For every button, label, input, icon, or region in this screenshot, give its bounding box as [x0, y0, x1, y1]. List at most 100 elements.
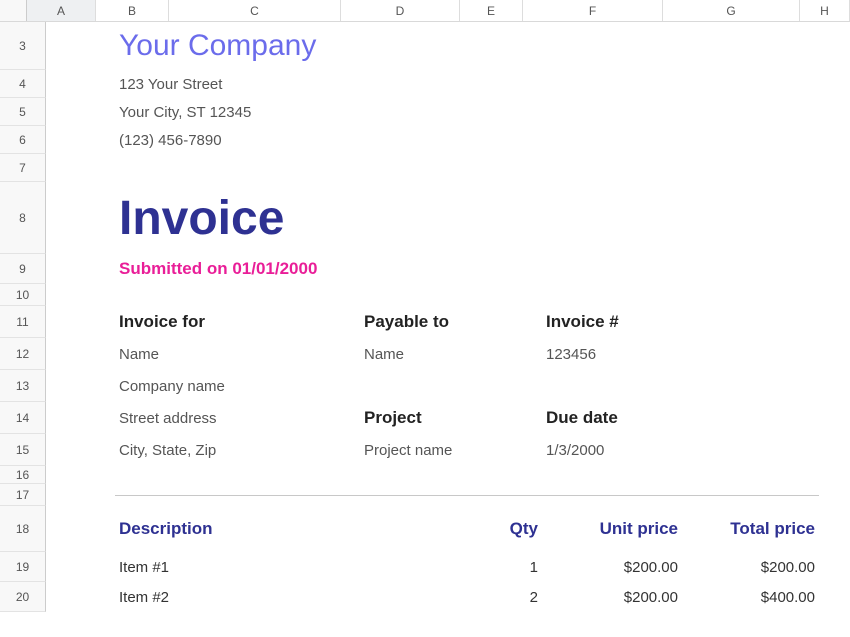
cell-H14[interactable] [819, 402, 850, 434]
cell-H11[interactable] [819, 306, 850, 338]
cell-F13[interactable] [542, 370, 682, 402]
invoice-for-city[interactable]: City, State, Zip [115, 434, 188, 466]
cell-G6[interactable] [682, 126, 819, 154]
cell-F5[interactable] [542, 98, 682, 126]
project-label[interactable]: Project [360, 402, 479, 434]
cell-C11[interactable] [188, 306, 360, 338]
col-header-G[interactable]: G [663, 0, 800, 21]
cell-C3[interactable] [188, 22, 360, 70]
invoice-for-label[interactable]: Invoice for [115, 306, 188, 338]
cell-H16[interactable] [819, 466, 850, 484]
row-header-12[interactable]: 12 [0, 338, 46, 370]
cell-H10[interactable] [819, 284, 850, 306]
cell-H9[interactable] [819, 254, 850, 284]
cell-H17[interactable] [819, 484, 850, 506]
item-qty[interactable]: 1 [479, 552, 542, 582]
cell-C19[interactable] [188, 552, 360, 582]
col-header-F[interactable]: F [523, 0, 663, 21]
cell-H19[interactable] [819, 552, 850, 582]
item-unit-price[interactable]: $200.00 [542, 552, 682, 582]
invoice-title[interactable]: Invoice [115, 182, 188, 254]
row-header-11[interactable]: 11 [0, 306, 46, 338]
item-description[interactable]: Item #1 [115, 552, 188, 582]
item-description[interactable]: Item #2 [115, 582, 188, 612]
cell-A17[interactable] [46, 484, 115, 506]
cell-E3[interactable] [479, 22, 542, 70]
cell-H12[interactable] [819, 338, 850, 370]
due-date[interactable]: 1/3/2000 [542, 434, 682, 466]
cell-G3[interactable] [682, 22, 819, 70]
cell-D10[interactable] [360, 284, 479, 306]
cell-B10[interactable] [115, 284, 188, 306]
cell-D9[interactable] [360, 254, 479, 284]
cell-A8[interactable] [46, 182, 115, 254]
cell-A11[interactable] [46, 306, 115, 338]
cell-A5[interactable] [46, 98, 115, 126]
cell-D19[interactable] [360, 552, 479, 582]
cell-H7[interactable] [819, 154, 850, 182]
cell-H18[interactable] [819, 506, 850, 552]
cell-C9[interactable] [188, 254, 360, 284]
row-header-20[interactable]: 20 [0, 582, 46, 612]
cell-A15[interactable] [46, 434, 115, 466]
cell-E9[interactable] [479, 254, 542, 284]
cell-D16[interactable] [360, 466, 479, 484]
cell-F4[interactable] [542, 70, 682, 98]
table-header-total-price[interactable]: Total price [682, 506, 819, 552]
divider-row[interactable] [115, 484, 819, 506]
row-header-8[interactable]: 8 [0, 182, 46, 254]
cell-D5[interactable] [360, 98, 479, 126]
cell-A10[interactable] [46, 284, 115, 306]
invoice-submitted[interactable]: Submitted on 01/01/2000 [115, 254, 188, 284]
cell-G16[interactable] [682, 466, 819, 484]
cell-D6[interactable] [360, 126, 479, 154]
cell-E8[interactable] [479, 182, 542, 254]
cell-F6[interactable] [542, 126, 682, 154]
cell-B16[interactable] [115, 466, 188, 484]
cell-A20[interactable] [46, 582, 115, 612]
cell-A12[interactable] [46, 338, 115, 370]
due-date-label[interactable]: Due date [542, 402, 682, 434]
table-header-qty[interactable]: Qty [479, 506, 542, 552]
item-unit-price[interactable]: $200.00 [542, 582, 682, 612]
col-header-B[interactable]: B [96, 0, 169, 21]
cell-E14[interactable] [479, 402, 542, 434]
row-header-6[interactable]: 6 [0, 126, 46, 154]
item-total-price[interactable]: $200.00 [682, 552, 819, 582]
cell-F8[interactable] [542, 182, 682, 254]
cell-C4[interactable] [188, 70, 360, 98]
cell-D7[interactable] [360, 154, 479, 182]
cell-B7[interactable] [115, 154, 188, 182]
cell-E10[interactable] [479, 284, 542, 306]
cell-C16[interactable] [188, 466, 360, 484]
cell-C15[interactable] [188, 434, 360, 466]
cell-D13[interactable] [360, 370, 479, 402]
col-header-D[interactable]: D [341, 0, 460, 21]
cell-G5[interactable] [682, 98, 819, 126]
cell-D20[interactable] [360, 582, 479, 612]
cell-E11[interactable] [479, 306, 542, 338]
cell-A19[interactable] [46, 552, 115, 582]
cell-E7[interactable] [479, 154, 542, 182]
cell-C6[interactable] [188, 126, 360, 154]
invoice-for-company[interactable]: Company name [115, 370, 188, 402]
cell-C14[interactable] [188, 402, 360, 434]
cell-G7[interactable] [682, 154, 819, 182]
cell-A9[interactable] [46, 254, 115, 284]
row-header-10[interactable]: 10 [0, 284, 46, 306]
invoice-for-name[interactable]: Name [115, 338, 188, 370]
cell-A4[interactable] [46, 70, 115, 98]
cell-C20[interactable] [188, 582, 360, 612]
project-name[interactable]: Project name [360, 434, 479, 466]
row-header-18[interactable]: 18 [0, 506, 46, 552]
cell-A7[interactable] [46, 154, 115, 182]
company-name[interactable]: Your Company [115, 22, 188, 70]
cell-E13[interactable] [479, 370, 542, 402]
row-header-9[interactable]: 9 [0, 254, 46, 284]
cell-A13[interactable] [46, 370, 115, 402]
invoice-for-street[interactable]: Street address [115, 402, 188, 434]
col-header-C[interactable]: C [169, 0, 341, 21]
row-header-19[interactable]: 19 [0, 552, 46, 582]
payable-to-name[interactable]: Name [360, 338, 479, 370]
cell-G4[interactable] [682, 70, 819, 98]
